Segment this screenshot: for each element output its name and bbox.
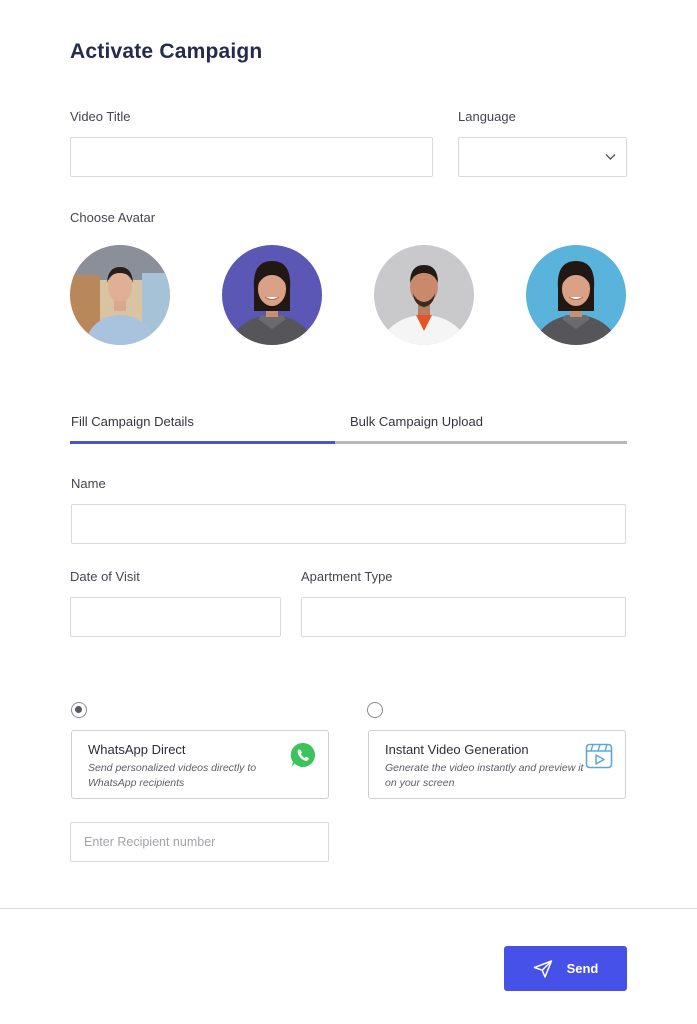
whatsapp-icon xyxy=(290,742,315,767)
language-label: Language xyxy=(458,109,516,124)
date-of-visit-input[interactable] xyxy=(70,597,281,637)
instant-video-title: Instant Video Generation xyxy=(385,742,529,757)
tab-fill-campaign-details[interactable]: Fill Campaign Details xyxy=(71,414,194,429)
video-title-label: Video Title xyxy=(70,109,131,124)
avatar-woman-blue-image xyxy=(526,245,626,345)
date-of-visit-label: Date of Visit xyxy=(70,569,140,584)
recipient-number-placeholder: Enter Recipient number xyxy=(84,835,216,849)
footer-divider xyxy=(0,908,697,909)
avatar-man-grey-image xyxy=(374,245,474,345)
send-label: Send xyxy=(566,961,599,976)
whatsapp-direct-description: Send personalized videos directly to Wha… xyxy=(88,762,257,789)
whatsapp-direct-title: WhatsApp Direct xyxy=(88,742,186,757)
instant-video-description: Generate the video instantly and preview… xyxy=(385,762,584,789)
tab-bulk-campaign-upload[interactable]: Bulk Campaign Upload xyxy=(350,414,483,429)
tab-track xyxy=(335,441,627,444)
send-icon xyxy=(533,959,552,978)
language-select[interactable] xyxy=(458,137,627,177)
whatsapp-direct-radio[interactable] xyxy=(71,702,87,718)
instant-video-card[interactable]: Instant Video Generation Generate the vi… xyxy=(368,730,626,799)
send-button[interactable]: Send xyxy=(504,946,627,991)
avatar-option-3[interactable] xyxy=(374,245,474,345)
avatar-woman-office-image xyxy=(70,245,170,345)
instant-video-radio[interactable] xyxy=(367,702,383,718)
avatar-option-4[interactable] xyxy=(526,245,626,345)
recipient-number-input[interactable]: Enter Recipient number xyxy=(70,822,329,862)
chevron-down-icon xyxy=(605,154,616,160)
apartment-type-label: Apartment Type xyxy=(301,569,393,584)
video-title-input[interactable] xyxy=(70,137,433,177)
tab-active-indicator xyxy=(70,441,335,444)
name-input[interactable] xyxy=(71,504,626,544)
page-title: Activate Campaign xyxy=(70,40,263,63)
whatsapp-direct-card[interactable]: WhatsApp Direct Send personalized videos… xyxy=(71,730,329,799)
name-label: Name xyxy=(71,476,106,491)
avatar-option-1[interactable] xyxy=(70,245,170,345)
choose-avatar-label: Choose Avatar xyxy=(70,210,156,225)
video-icon xyxy=(585,743,613,769)
avatar-woman-purple-image xyxy=(222,245,322,345)
avatar-option-2[interactable] xyxy=(222,245,322,345)
apartment-type-input[interactable] xyxy=(301,597,626,637)
